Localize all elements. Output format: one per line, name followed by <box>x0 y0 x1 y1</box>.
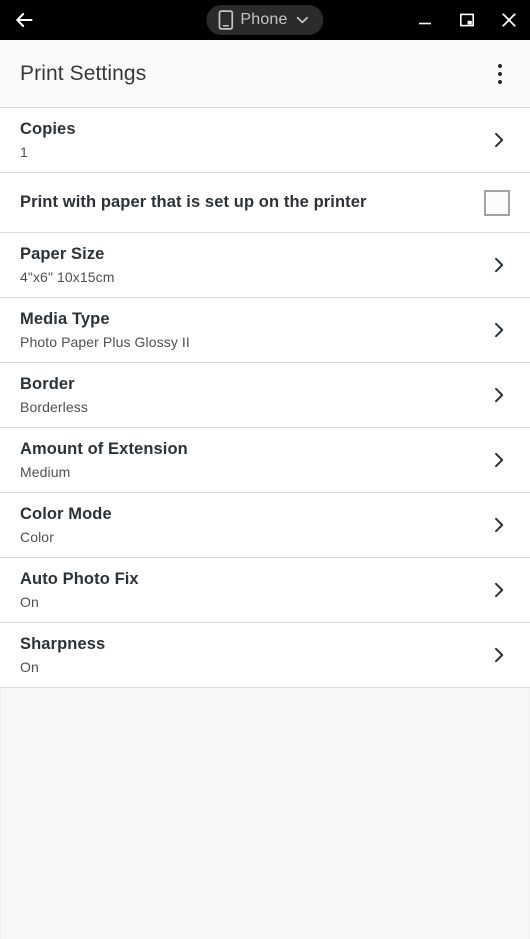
phone-icon <box>218 10 234 30</box>
row-texts: Amount of Extension Medium <box>20 439 478 481</box>
device-pill-label: Phone <box>240 11 288 28</box>
setting-value: 1 <box>20 143 28 160</box>
empty-content-area <box>0 688 530 939</box>
setting-label: Print with paper that is set up on the p… <box>20 193 367 212</box>
restore-icon <box>458 11 476 29</box>
setting-value: Color <box>20 528 54 545</box>
chevron-down-icon <box>295 12 311 28</box>
window-titlebar: Phone <box>0 0 530 40</box>
setting-label: Media Type <box>20 310 110 329</box>
overflow-dot <box>498 63 502 68</box>
setting-row-auto-photo-fix[interactable]: Auto Photo Fix On <box>0 558 530 623</box>
minimize-icon <box>416 11 434 29</box>
setting-value: 4"x6" 10x15cm <box>20 268 115 285</box>
chevron-right-icon <box>488 449 510 471</box>
minimize-button[interactable] <box>404 0 446 40</box>
setting-value: On <box>20 658 39 675</box>
setting-row-border[interactable]: Border Borderless <box>0 363 530 428</box>
setting-value: Borderless <box>20 398 88 415</box>
setting-row-copies[interactable]: Copies 1 <box>0 108 530 173</box>
window-controls <box>404 0 530 40</box>
row-texts: Color Mode Color <box>20 504 478 546</box>
overflow-dot <box>498 79 502 84</box>
setting-value: On <box>20 593 39 610</box>
setting-label: Color Mode <box>20 505 112 524</box>
row-texts: Auto Photo Fix On <box>20 569 478 611</box>
print-settings-window: Phone Print Settings Copies 1 Print with… <box>0 0 530 939</box>
setting-row-media-type[interactable]: Media Type Photo Paper Plus Glossy II <box>0 298 530 363</box>
chevron-right-icon <box>488 579 510 601</box>
settings-list: Copies 1 Print with paper that is set up… <box>0 108 530 688</box>
row-texts: Border Borderless <box>20 374 478 416</box>
setting-label: Border <box>20 375 75 394</box>
setting-value: Photo Paper Plus Glossy II <box>20 333 190 350</box>
row-texts: Paper Size 4"x6" 10x15cm <box>20 244 478 286</box>
chevron-right-icon <box>488 254 510 276</box>
chevron-right-icon <box>488 129 510 151</box>
more-vertical-icon[interactable] <box>478 52 522 96</box>
row-texts: Media Type Photo Paper Plus Glossy II <box>20 309 478 351</box>
close-button[interactable] <box>488 0 530 40</box>
setting-row-paper-size[interactable]: Paper Size 4"x6" 10x15cm <box>0 233 530 298</box>
setting-label: Amount of Extension <box>20 440 188 459</box>
row-texts: Copies 1 <box>20 119 478 161</box>
restore-button[interactable] <box>446 0 488 40</box>
chevron-right-icon <box>488 319 510 341</box>
chevron-right-icon <box>488 514 510 536</box>
back-button[interactable] <box>0 0 48 40</box>
setting-label: Sharpness <box>20 635 106 654</box>
row-texts: Sharpness On <box>20 634 478 676</box>
setting-row-print-with-paper-set-up[interactable]: Print with paper that is set up on the p… <box>0 173 530 233</box>
page-title: Print Settings <box>20 61 147 85</box>
overflow-dot <box>498 71 502 76</box>
device-selector-pill[interactable]: Phone <box>206 5 324 35</box>
setting-row-amount-of-extension[interactable]: Amount of Extension Medium <box>0 428 530 493</box>
chevron-right-icon <box>488 644 510 666</box>
setting-row-color-mode[interactable]: Color Mode Color <box>0 493 530 558</box>
close-icon <box>499 10 519 30</box>
setting-label: Auto Photo Fix <box>20 570 139 589</box>
page-header: Print Settings <box>0 40 530 108</box>
setting-label: Copies <box>20 120 76 139</box>
setting-row-sharpness[interactable]: Sharpness On <box>0 623 530 688</box>
row-texts: Print with paper that is set up on the p… <box>20 192 472 213</box>
setting-value: Medium <box>20 463 71 480</box>
arrow-left-icon <box>12 8 36 32</box>
setting-label: Paper Size <box>20 245 105 264</box>
print-with-paper-checkbox[interactable] <box>484 189 510 216</box>
chevron-right-icon <box>488 384 510 406</box>
